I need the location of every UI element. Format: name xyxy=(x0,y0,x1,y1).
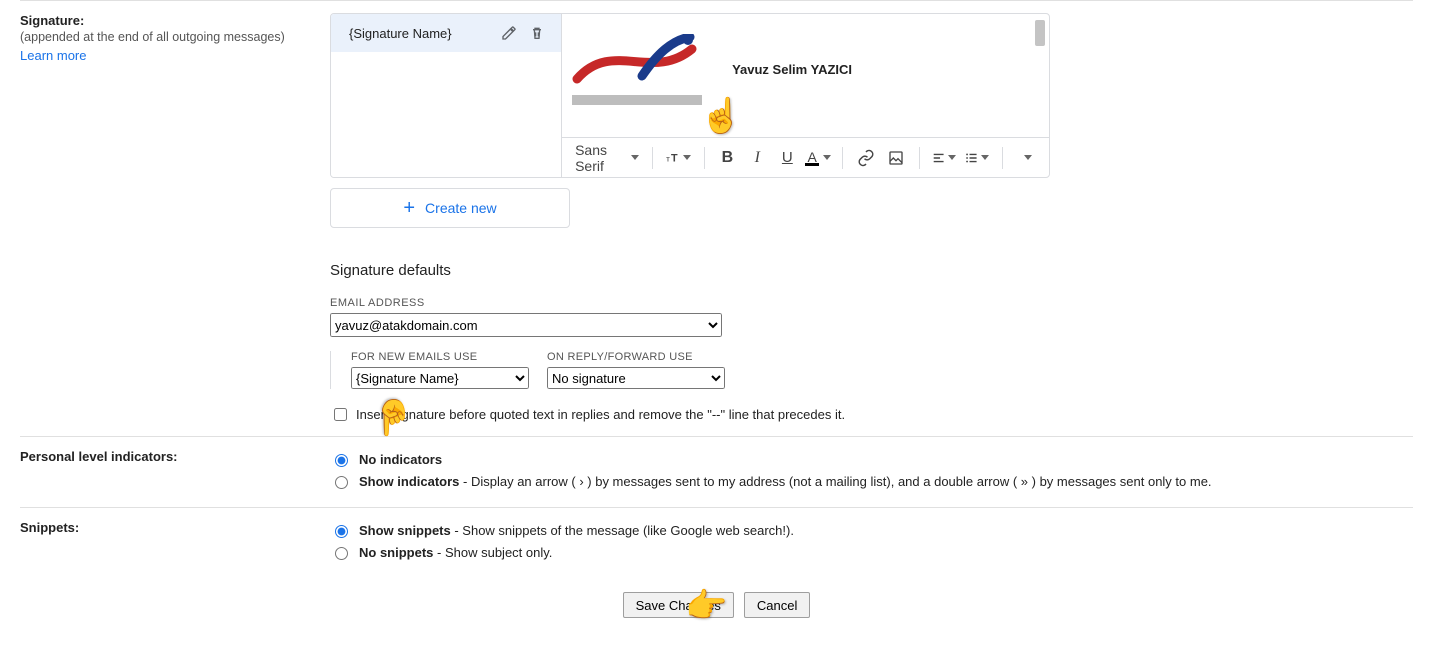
snippets-label-col: Snippets: xyxy=(20,520,330,566)
on-reply-select[interactable]: No signature xyxy=(547,367,725,389)
font-family-dropdown[interactable]: Sans Serif xyxy=(572,145,642,171)
toolbar-separator xyxy=(842,147,843,169)
show-snippets-label: Show snippets xyxy=(359,523,451,538)
toolbar-separator xyxy=(919,147,920,169)
toolbar-separator xyxy=(704,147,705,169)
underline-button[interactable]: U xyxy=(774,145,800,171)
learn-more-link[interactable]: Learn more xyxy=(20,48,86,63)
show-snippets-desc: - Show snippets of the message (like Goo… xyxy=(451,523,794,538)
image-icon[interactable] xyxy=(883,145,909,171)
text-color-button[interactable]: A xyxy=(804,145,832,171)
signature-label-col: Signature: (appended at the end of all o… xyxy=(20,13,330,424)
signature-owner-name: Yavuz Selim YAZICI xyxy=(732,62,852,77)
scrollbar[interactable] xyxy=(1035,20,1045,46)
personal-indicators-content: No indicators Show indicators - Display … xyxy=(330,449,1413,495)
create-new-button[interactable]: + Create new xyxy=(330,188,570,228)
signature-panel: {Signature Name} xyxy=(330,13,1050,178)
toolbar-separator xyxy=(1002,147,1003,169)
show-indicators-desc: - Display an arrow ( › ) by messages sen… xyxy=(459,474,1211,489)
show-indicators-row: Show indicators - Display an arrow ( › )… xyxy=(330,473,1413,489)
edit-icon[interactable] xyxy=(495,19,523,47)
for-new-emails-label: FOR NEW EMAILS USE xyxy=(351,351,529,363)
no-snippets-desc: - Show subject only. xyxy=(433,545,552,560)
email-address-label: EMAIL ADDRESS xyxy=(330,297,1413,309)
signature-preview-content: Yavuz Selim YAZICI xyxy=(572,34,1039,105)
svg-text:T: T xyxy=(671,152,678,164)
email-address-select[interactable]: yavuz@atakdomain.com xyxy=(330,313,722,337)
formatting-toolbar: Sans Serif тT B I U A xyxy=(562,137,1049,177)
for-new-emails-select[interactable]: {Signature Name} xyxy=(351,367,529,389)
signature-logo xyxy=(572,34,702,105)
signature-list-item[interactable]: {Signature Name} xyxy=(331,14,561,52)
signature-default-columns: FOR NEW EMAILS USE {Signature Name} ON R… xyxy=(330,351,1413,389)
show-snippets-row: Show snippets - Show snippets of the mes… xyxy=(330,522,1413,538)
no-snippets-label: No snippets xyxy=(359,545,433,560)
insert-signature-checkbox[interactable] xyxy=(334,408,347,421)
on-reply-label: ON REPLY/FORWARD USE xyxy=(547,351,725,363)
no-snippets-row: No snippets - Show subject only. xyxy=(330,544,1413,560)
align-button[interactable] xyxy=(930,145,959,171)
list-button[interactable] xyxy=(963,145,992,171)
signature-editor[interactable]: Yavuz Selim YAZICI Sans Serif тT B I U xyxy=(562,14,1049,177)
personal-indicators-section: Personal level indicators: No indicators… xyxy=(20,436,1413,507)
insert-signature-label: Insert signature before quoted text in r… xyxy=(356,407,845,422)
create-new-label: Create new xyxy=(425,200,497,216)
link-icon[interactable] xyxy=(853,145,879,171)
font-size-dropdown[interactable]: тT xyxy=(663,145,694,171)
bold-button[interactable]: B xyxy=(714,145,740,171)
show-indicators-label: Show indicators xyxy=(359,474,459,489)
footer-buttons: Save Changes Cancel xyxy=(20,592,1413,618)
cancel-button[interactable]: Cancel xyxy=(744,592,810,618)
more-formatting-button[interactable] xyxy=(1013,145,1039,171)
delete-icon[interactable] xyxy=(523,19,551,47)
no-indicators-radio[interactable] xyxy=(335,454,348,467)
save-changes-button[interactable]: Save Changes xyxy=(623,592,734,618)
personal-indicators-heading: Personal level indicators: xyxy=(20,449,178,464)
toolbar-separator xyxy=(652,147,653,169)
signature-item-name: {Signature Name} xyxy=(349,26,495,41)
svg-text:т: т xyxy=(666,153,670,163)
no-indicators-label: No indicators xyxy=(359,452,442,467)
show-snippets-radio[interactable] xyxy=(335,525,348,538)
snippets-section: Snippets: Show snippets - Show snippets … xyxy=(20,507,1413,578)
signature-heading: Signature: xyxy=(20,13,84,28)
insert-signature-checkbox-row: Insert signature before quoted text in r… xyxy=(330,405,1413,424)
signature-preview[interactable]: Yavuz Selim YAZICI xyxy=(562,14,1049,137)
signature-list: {Signature Name} xyxy=(331,14,562,177)
no-indicators-row: No indicators xyxy=(330,451,1413,467)
snippets-heading: Snippets: xyxy=(20,520,79,535)
italic-button[interactable]: I xyxy=(744,145,770,171)
no-snippets-radio[interactable] xyxy=(335,547,348,560)
plus-icon: + xyxy=(403,198,415,218)
signature-content: {Signature Name} xyxy=(330,13,1413,424)
signature-subtext: (appended at the end of all outgoing mes… xyxy=(20,30,330,44)
show-indicators-radio[interactable] xyxy=(335,476,348,489)
signature-section: Signature: (appended at the end of all o… xyxy=(20,0,1413,436)
snippets-content: Show snippets - Show snippets of the mes… xyxy=(330,520,1413,566)
signature-defaults-title: Signature defaults xyxy=(330,262,1413,279)
personal-indicators-label-col: Personal level indicators: xyxy=(20,449,330,495)
image-selection-bar xyxy=(572,95,702,105)
